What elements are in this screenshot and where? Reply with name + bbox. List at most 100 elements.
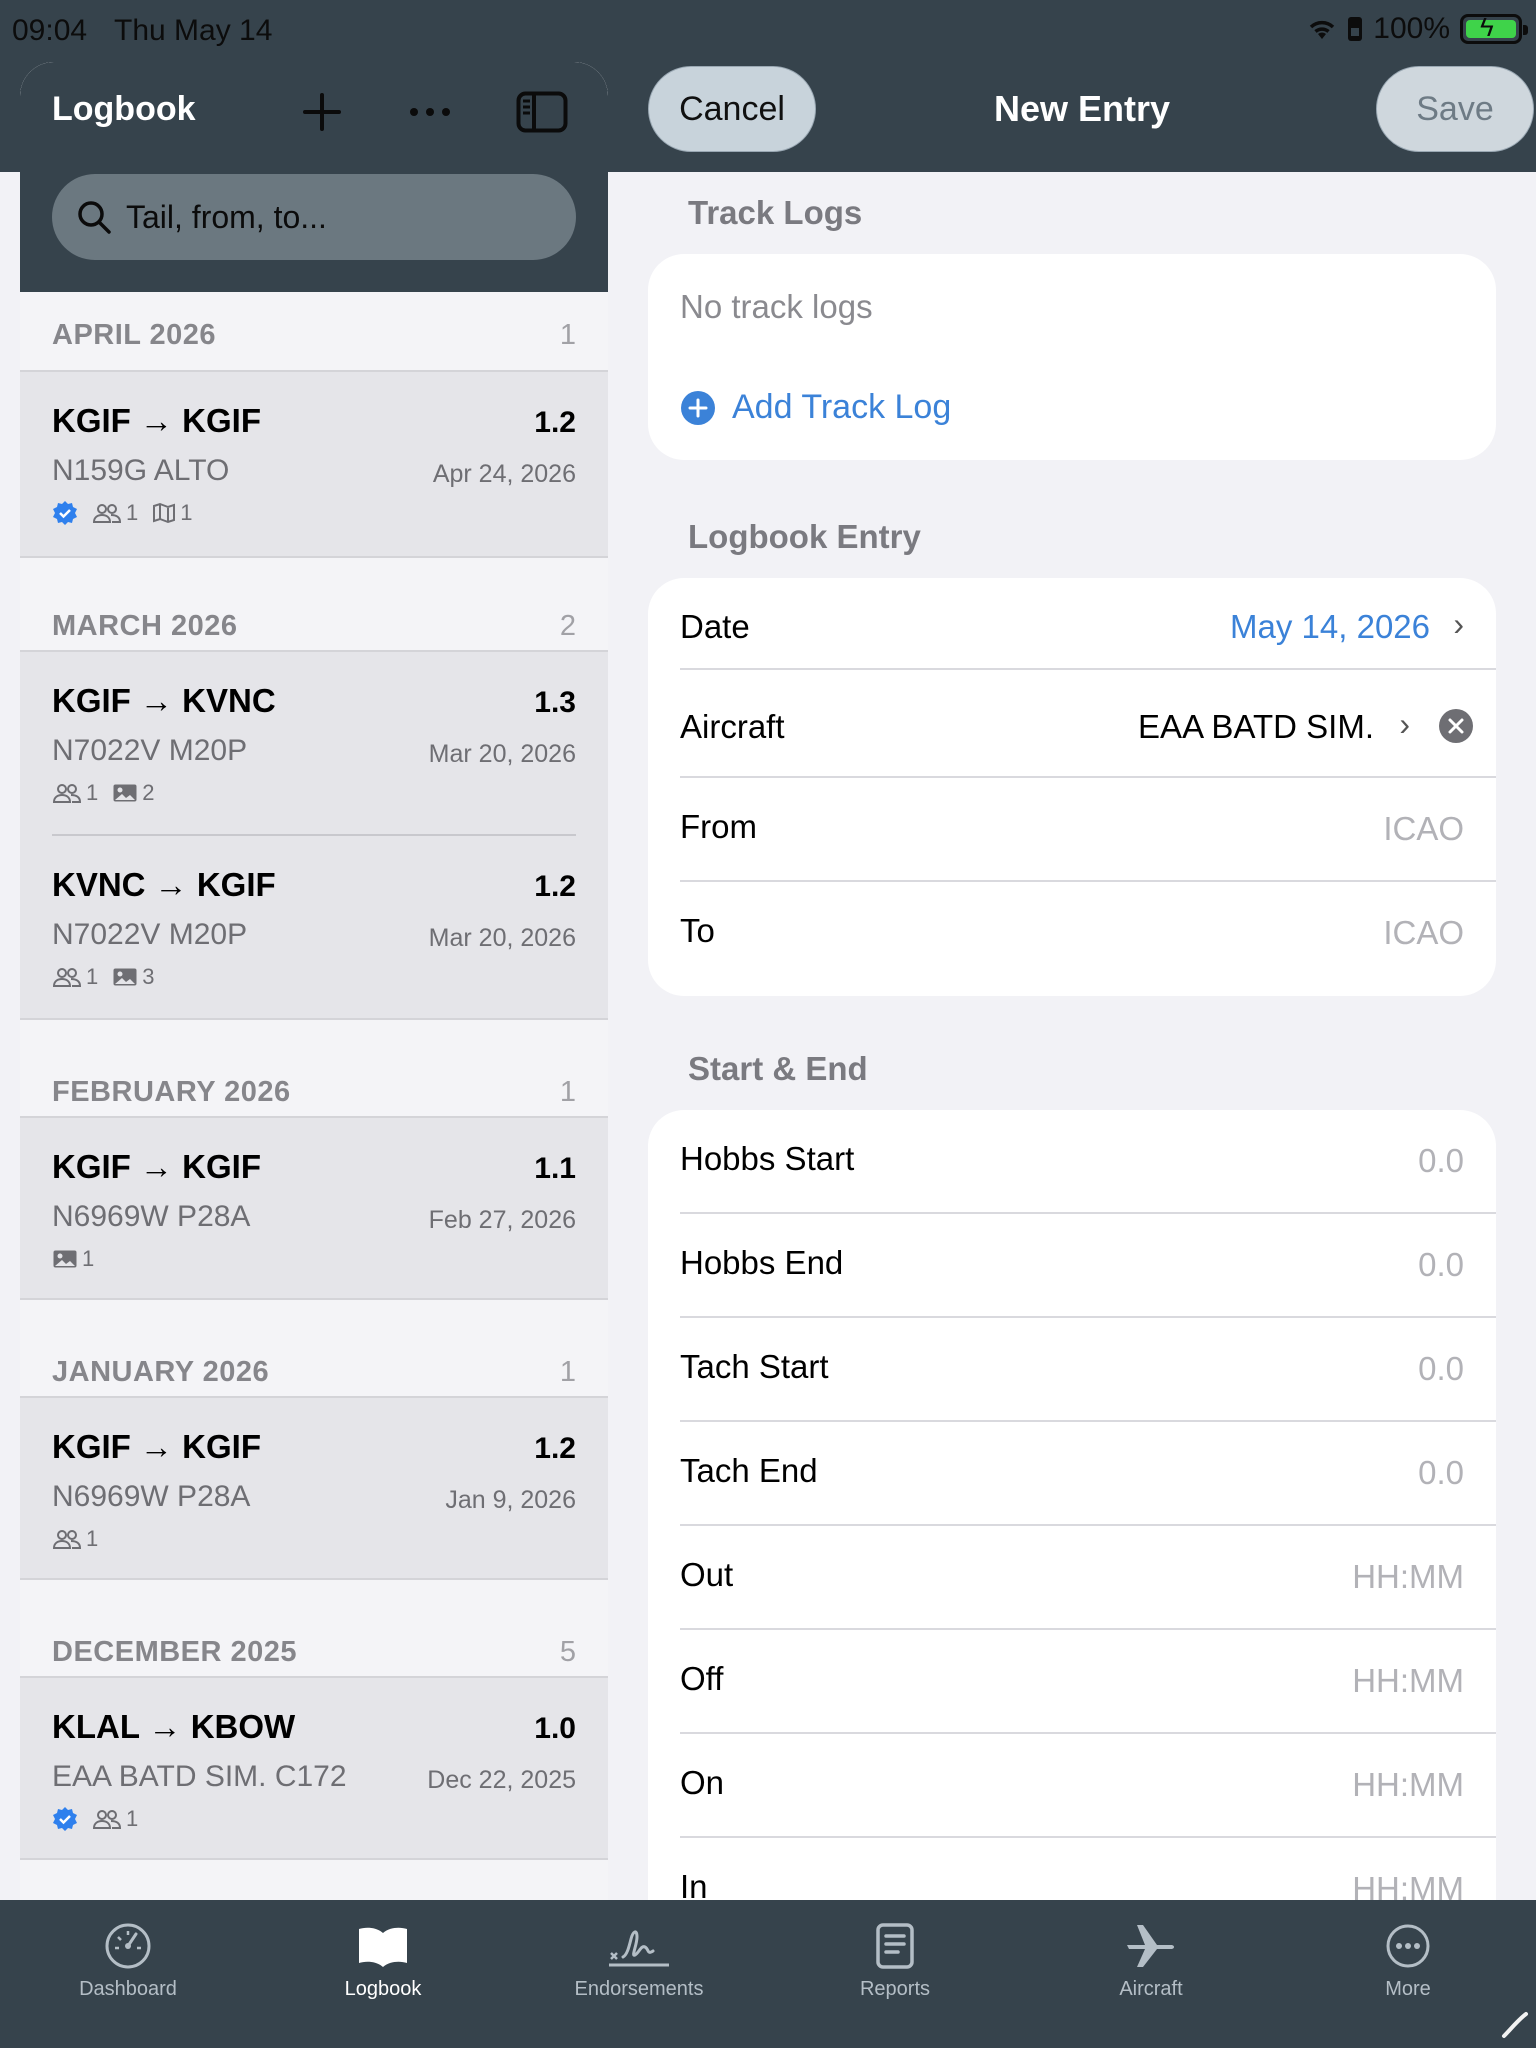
- tach-start-row[interactable]: Tach Start 0.0: [680, 1318, 1496, 1422]
- to-row[interactable]: To ICAO: [680, 882, 1496, 986]
- flight-hours: 1.3: [534, 686, 576, 719]
- add-track-log-button[interactable]: Add Track Log: [680, 388, 951, 427]
- month-count: 1: [559, 1076, 576, 1108]
- flight-row[interactable]: KGIF → KGIF 1.2 N6969W P28A Jan 9, 2026 …: [20, 1398, 608, 1580]
- search-input[interactable]: [126, 198, 546, 236]
- search-field[interactable]: [52, 174, 576, 260]
- hobbs-start-row[interactable]: Hobbs Start 0.0: [680, 1110, 1496, 1214]
- cancel-button[interactable]: Cancel: [648, 66, 816, 152]
- date-value[interactable]: May 14, 2026: [1230, 608, 1430, 646]
- month-label: FEBRUARY 2026: [52, 1076, 291, 1108]
- hobbs-start-input[interactable]: 0.0: [1418, 1142, 1464, 1180]
- battery-icon: ϟ: [1460, 14, 1528, 44]
- crew-badge: 1: [52, 964, 98, 990]
- tab-aircraft[interactable]: Aircraft: [1061, 1914, 1241, 2001]
- section-gap: [20, 1020, 608, 1080]
- flight-row[interactable]: KGIF → KGIF 1.2 N159G ALTO Apr 24, 2026 …: [20, 372, 608, 558]
- flight-row[interactable]: KLAL → KBOW 1.0 EAA BATD SIM. C172 Dec 2…: [20, 1678, 608, 1860]
- flight-row[interactable]: KGIF → KGIF 1.1 N6969W P28A Feb 27, 2026…: [20, 1118, 608, 1300]
- on-input[interactable]: HH:MM: [1352, 1766, 1464, 1804]
- photo-count: 1: [82, 1246, 95, 1271]
- tab-label: Logbook: [344, 1978, 422, 2000]
- tach-end-label: Tach End: [680, 1452, 818, 1489]
- tab-label: Aircraft: [1119, 1978, 1183, 2000]
- crew-badge: 1: [92, 1806, 138, 1832]
- more-icon: [1386, 1924, 1430, 1968]
- crew-badge: 1: [52, 1526, 98, 1552]
- section-gap: [20, 1580, 608, 1640]
- track-logs-empty: No track logs: [680, 288, 873, 325]
- flight-date: Feb 27, 2026: [428, 1206, 576, 1234]
- out-row[interactable]: Out HH:MM: [680, 1526, 1496, 1630]
- to-input[interactable]: ICAO: [1383, 914, 1464, 952]
- flight-route: KLAL → KBOW: [52, 1708, 296, 1745]
- month-header: JANUARY 2026 1: [20, 1356, 608, 1398]
- flight-row[interactable]: KVNC → KGIF 1.2 N7022V M20P Mar 20, 2026…: [20, 836, 608, 1020]
- logbook-sidebar: Logbook APRIL 2026 1 KGIF → KGIF 1.2 N15…: [20, 62, 608, 1900]
- wifi-icon: [1310, 20, 1335, 39]
- month-label: JANUARY 2026: [52, 1356, 270, 1388]
- flight-badges: 1: [52, 1246, 94, 1272]
- section-title-start-end: Start & End: [688, 1050, 868, 1087]
- out-label: Out: [680, 1556, 734, 1593]
- month-count: 1: [559, 319, 576, 351]
- flight-badges: 1: [52, 1526, 98, 1552]
- on-row[interactable]: On HH:MM: [680, 1734, 1496, 1838]
- tab-label: Reports: [859, 1978, 931, 2000]
- from-input[interactable]: ICAO: [1383, 810, 1464, 848]
- tab-dashboard[interactable]: Dashboard: [38, 1914, 218, 2001]
- off-input[interactable]: HH:MM: [1352, 1662, 1464, 1700]
- in-row[interactable]: In HH:MM: [680, 1838, 1496, 1900]
- add-button[interactable]: [294, 84, 350, 140]
- tach-end-input[interactable]: 0.0: [1418, 1454, 1464, 1492]
- book-icon: [359, 1927, 407, 1967]
- hobbs-end-row[interactable]: Hobbs End 0.0: [680, 1214, 1496, 1318]
- more-options-button[interactable]: [402, 84, 458, 140]
- toggle-sidebar-button[interactable]: [514, 84, 570, 140]
- sidebar-header: Logbook: [20, 62, 608, 292]
- aircraft-value[interactable]: EAA BATD SIM.: [1138, 708, 1374, 746]
- save-button[interactable]: Save: [1376, 66, 1534, 152]
- status-time: 09:04: [12, 14, 88, 47]
- tab-reports[interactable]: Reports: [805, 1914, 985, 2001]
- photo-count: 2: [142, 780, 155, 805]
- date-row[interactable]: Date May 14, 2026 ›: [680, 578, 1496, 670]
- pencil-indicator-icon: [1502, 2012, 1528, 2038]
- crew-count: 1: [126, 500, 139, 525]
- section-gap: [20, 558, 608, 618]
- flight-hours: 1.2: [534, 1432, 576, 1465]
- hobbs-start-label: Hobbs Start: [680, 1140, 855, 1177]
- from-row[interactable]: From ICAO: [680, 778, 1496, 882]
- photo-badge: 3: [112, 964, 155, 990]
- logbook-entry-card: Date May 14, 2026 › Aircraft EAA BATD SI…: [648, 578, 1496, 996]
- photo-icon: [113, 968, 137, 986]
- flight-aircraft: N159G ALTO: [52, 454, 230, 487]
- tab-endorsements[interactable]: Endorsements: [549, 1914, 729, 2001]
- verified-icon: [53, 501, 77, 525]
- flight-date: Jan 9, 2026: [445, 1486, 576, 1514]
- off-row[interactable]: Off HH:MM: [680, 1630, 1496, 1734]
- photo-count: 3: [142, 964, 155, 989]
- sidebar-title: Logbook: [52, 90, 196, 128]
- people-icon: [92, 504, 122, 523]
- tach-start-input[interactable]: 0.0: [1418, 1350, 1464, 1388]
- out-input[interactable]: HH:MM: [1352, 1558, 1464, 1596]
- month-header: MARCH 2026 2: [20, 610, 608, 652]
- flight-aircraft: N6969W P28A: [52, 1480, 251, 1513]
- photo-badge: 2: [112, 780, 155, 806]
- people-icon: [52, 1530, 82, 1549]
- tab-logbook[interactable]: Logbook: [293, 1914, 473, 2001]
- flight-route: KVNC → KGIF: [52, 866, 276, 903]
- in-label: In: [680, 1868, 708, 1900]
- in-input[interactable]: HH:MM: [1352, 1870, 1464, 1900]
- aircraft-row[interactable]: Aircraft EAA BATD SIM. ›: [680, 670, 1496, 778]
- flight-row[interactable]: KGIF → KVNC 1.3 N7022V M20P Mar 20, 2026…: [20, 652, 608, 836]
- section-title-track-logs: Track Logs: [688, 194, 863, 231]
- tach-end-row[interactable]: Tach End 0.0: [680, 1422, 1496, 1526]
- tab-more[interactable]: More: [1318, 1914, 1498, 2001]
- chevron-right-icon: ›: [1399, 706, 1410, 742]
- section-gap: [20, 1300, 608, 1360]
- search-icon: [78, 201, 111, 234]
- clear-icon[interactable]: [1438, 708, 1474, 744]
- hobbs-end-input[interactable]: 0.0: [1418, 1246, 1464, 1284]
